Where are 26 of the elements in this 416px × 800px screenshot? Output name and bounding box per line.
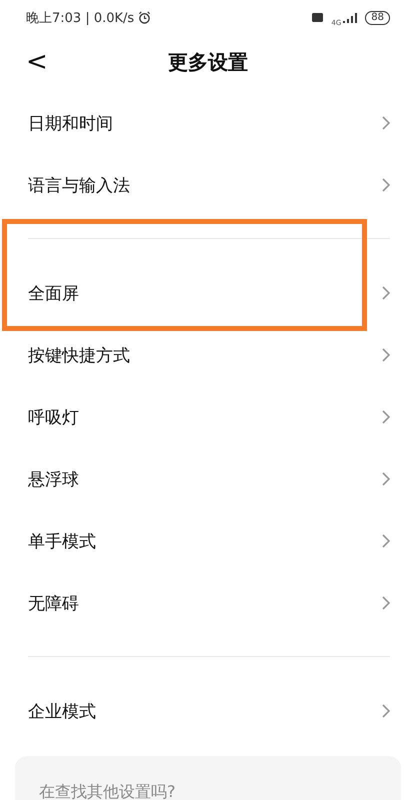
chevron-icon	[382, 596, 390, 610]
settings-item[interactable]: 呼吸灯	[0, 386, 416, 448]
back-button[interactable]: <	[20, 45, 54, 79]
chevron-icon	[382, 178, 390, 192]
chevron-icon	[382, 704, 390, 718]
alarm-icon	[138, 11, 152, 24]
settings-item[interactable]: 语言与输入法	[0, 154, 416, 216]
chevron-icon	[382, 116, 390, 130]
settings-item[interactable]: 日期和时间	[0, 92, 416, 154]
settings-item[interactable]: 单手模式	[0, 510, 416, 572]
chevron-icon	[382, 534, 390, 548]
chevron-icon	[382, 286, 390, 300]
settings-item[interactable]: 无障碍	[0, 572, 416, 634]
chevron-icon	[382, 410, 390, 424]
signal-icon	[343, 12, 358, 22]
page-title: 更多设置	[168, 49, 248, 76]
status-time: 晚上7:03 | 0.0K/s	[26, 10, 134, 26]
chevron-icon	[382, 348, 390, 362]
settings-item[interactable]: 按键快捷方式	[0, 324, 416, 386]
settings-item[interactable]: 企业模式	[0, 680, 416, 742]
settings-item[interactable]: 全面屏	[0, 262, 416, 324]
search-card-title: 在查找其他设置吗?	[39, 782, 176, 800]
hd-icon	[312, 13, 324, 22]
battery-level: 88	[365, 10, 390, 24]
settings-item[interactable]: 悬浮球	[0, 448, 416, 510]
chevron-icon	[382, 472, 390, 486]
